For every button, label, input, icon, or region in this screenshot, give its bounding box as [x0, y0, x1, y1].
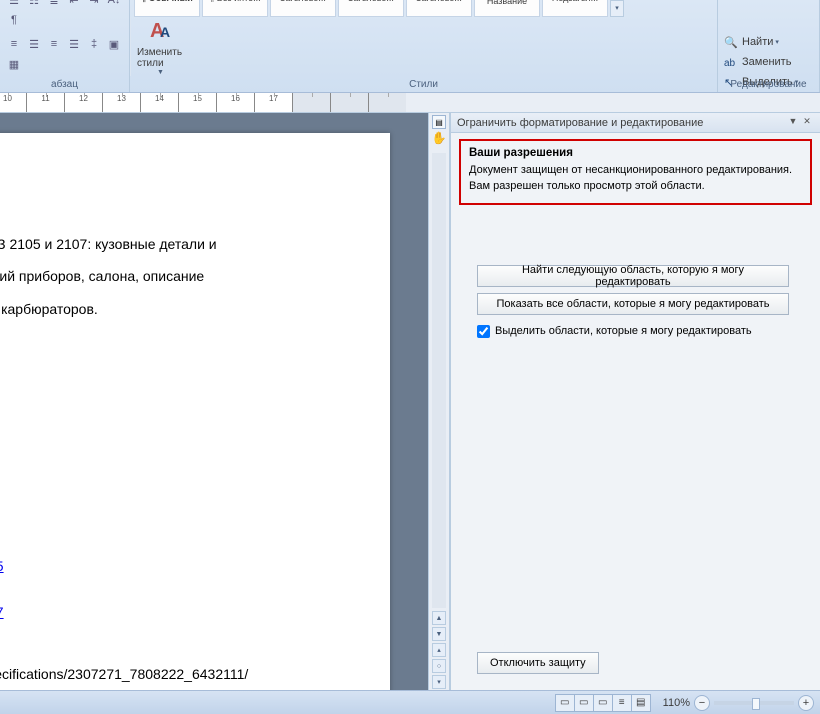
- replace-button[interactable]: ab Заменить: [724, 52, 813, 72]
- borders-icon[interactable]: ▦: [6, 56, 22, 72]
- decrease-indent-icon[interactable]: ⇤: [66, 0, 82, 8]
- multilevel-list-icon[interactable]: ≣: [46, 0, 62, 8]
- statusbar: ▭ ▭ ▭ ≡ ▤ 110% − +: [0, 690, 820, 714]
- scroll-down-icon[interactable]: ▼: [432, 627, 446, 641]
- stop-protection-button[interactable]: Отключить защиту: [477, 652, 599, 674]
- scroll-up-icon[interactable]: ▲: [432, 611, 446, 625]
- ruler-toggle-icon[interactable]: ▤: [432, 115, 446, 129]
- zoom-level[interactable]: 110%: [663, 697, 690, 709]
- doc-text-line: тания карбюраторов.: [0, 298, 370, 320]
- view-buttons: ▭ ▭ ▭ ≡ ▤: [556, 694, 651, 712]
- style-heading2[interactable]: AaBbCcЗаголово...: [338, 0, 404, 17]
- svg-text:A: A: [160, 24, 170, 40]
- ribbon-group-label-editing: Редактирование: [718, 79, 819, 90]
- view-outline-icon[interactable]: ≡: [612, 694, 632, 712]
- align-right-icon[interactable]: ≡: [46, 36, 62, 52]
- highlight-regions-checkbox-row[interactable]: Выделить области, которые я могу редакти…: [477, 325, 812, 338]
- doc-text-line: бинаций приборов, салона, описание: [0, 265, 370, 287]
- view-draft-icon[interactable]: ▤: [631, 694, 651, 712]
- show-all-regions-button[interactable]: Показать все области, которые я могу ред…: [477, 293, 789, 315]
- line-spacing-icon[interactable]: ‡: [86, 36, 102, 52]
- view-full-screen-icon[interactable]: ▭: [574, 694, 594, 712]
- prev-page-icon[interactable]: ▴: [432, 643, 446, 657]
- style-gallery: AaBbCcDd¶ Обычный AaBbCcDd¶ Без инте... …: [130, 0, 717, 17]
- highlight-regions-checkbox[interactable]: [477, 325, 490, 338]
- zoom-control: 110% − +: [663, 695, 814, 711]
- ribbon-group-label-styles: Стили: [130, 79, 717, 90]
- svg-text:🔍: 🔍: [724, 35, 738, 49]
- document-area: ду ВАЗ 2105 и 2107: кузовные детали и би…: [0, 113, 428, 690]
- task-pane-menu-icon[interactable]: ▼: [786, 116, 800, 130]
- doc-url-text: 71/specifications/2307271_7808222_643211…: [0, 663, 370, 685]
- change-styles-button[interactable]: AA Изменить стили ▼: [130, 17, 188, 76]
- permissions-line2: Вам разрешен только просмотр этой област…: [469, 179, 802, 195]
- show-marks-icon[interactable]: ¶: [6, 12, 22, 28]
- style-subtitle[interactable]: AaBbCc.Подзагол...: [542, 0, 608, 17]
- task-pane-title: Ограничить форматирование и редактирован…: [457, 117, 786, 129]
- ribbon-group-editing: 🔍 Найти▾ ab Заменить ↖ Выделить▾ Редакти…: [718, 0, 820, 92]
- style-heading3[interactable]: AaBbCcIЗаголово...: [406, 0, 472, 17]
- find-icon: 🔍: [724, 35, 738, 49]
- ribbon: ☰ ☷ ≣ ⇤ ⇥ A↓ ¶ ≡ ☰ ≡ ☰ ‡ ▣ ▦ абзац AaBbC…: [0, 0, 820, 93]
- change-styles-icon: AA: [146, 17, 174, 45]
- shading-icon[interactable]: ▣: [106, 36, 122, 52]
- document-page[interactable]: ду ВАЗ 2105 и 2107: кузовные детали и би…: [0, 133, 390, 700]
- ribbon-group-paragraph: ☰ ☷ ≣ ⇤ ⇥ A↓ ¶ ≡ ☰ ≡ ☰ ‡ ▣ ▦ абзац: [0, 0, 130, 92]
- doc-link-2[interactable]: 7-2107: [0, 604, 4, 620]
- highlight-regions-label: Выделить области, которые я могу редакти…: [495, 325, 752, 337]
- style-heading1[interactable]: AaBbCЗаголово...: [270, 0, 336, 17]
- next-page-icon[interactable]: ▾: [432, 675, 446, 689]
- style-no-spacing[interactable]: AaBbCcDd¶ Без инте...: [202, 0, 268, 17]
- bullet-list-icon[interactable]: ☰: [6, 0, 22, 8]
- permissions-title: Ваши разрешения: [469, 147, 802, 159]
- gallery-more-icon[interactable]: ▾: [610, 0, 624, 17]
- scroll-strip: ▤ ✋ ▲ ▼ ▴ ○ ▾: [428, 113, 450, 690]
- align-center-icon[interactable]: ☰: [26, 36, 42, 52]
- permissions-line1: Документ защищен от несанкционированного…: [469, 163, 802, 179]
- zoom-in-button[interactable]: +: [798, 695, 814, 711]
- browse-object-icon[interactable]: ○: [432, 659, 446, 673]
- task-pane-header: Ограничить форматирование и редактирован…: [451, 113, 820, 133]
- style-normal[interactable]: AaBbCcDd¶ Обычный: [134, 0, 200, 17]
- doc-link-1[interactable]: 7-2105: [0, 558, 4, 574]
- scrollbar-track[interactable]: [432, 153, 446, 608]
- restrict-editing-pane: Ограничить форматирование и редактирован…: [450, 113, 820, 690]
- svg-text:ab: ab: [724, 58, 736, 69]
- permissions-box: Ваши разрешения Документ защищен от неса…: [459, 139, 812, 205]
- zoom-slider[interactable]: [714, 701, 794, 705]
- style-title[interactable]: AaBНазвание: [474, 0, 540, 17]
- task-pane-close-icon[interactable]: ✕: [800, 116, 814, 130]
- sort-icon[interactable]: A↓: [106, 0, 122, 8]
- view-print-layout-icon[interactable]: ▭: [555, 694, 575, 712]
- zoom-out-button[interactable]: −: [694, 695, 710, 711]
- ribbon-group-label-para: абзац: [0, 79, 129, 90]
- view-web-layout-icon[interactable]: ▭: [593, 694, 613, 712]
- justify-icon[interactable]: ☰: [66, 36, 82, 52]
- align-left-icon[interactable]: ≡: [6, 36, 22, 52]
- horizontal-ruler[interactable]: 9 10 11 12 13 14 15 16 17: [0, 93, 820, 113]
- hand-tool-icon[interactable]: ✋: [432, 131, 447, 151]
- ribbon-group-styles: AaBbCcDd¶ Обычный AaBbCcDd¶ Без инте... …: [130, 0, 718, 92]
- number-list-icon[interactable]: ☷: [26, 0, 42, 8]
- increase-indent-icon[interactable]: ⇥: [86, 0, 102, 8]
- replace-icon: ab: [724, 55, 738, 69]
- doc-text-line: ду ВАЗ 2105 и 2107: кузовные детали и: [0, 233, 370, 255]
- find-next-region-button[interactable]: Найти следующую область, которую я могу …: [477, 265, 789, 287]
- find-button[interactable]: 🔍 Найти▾: [724, 32, 813, 52]
